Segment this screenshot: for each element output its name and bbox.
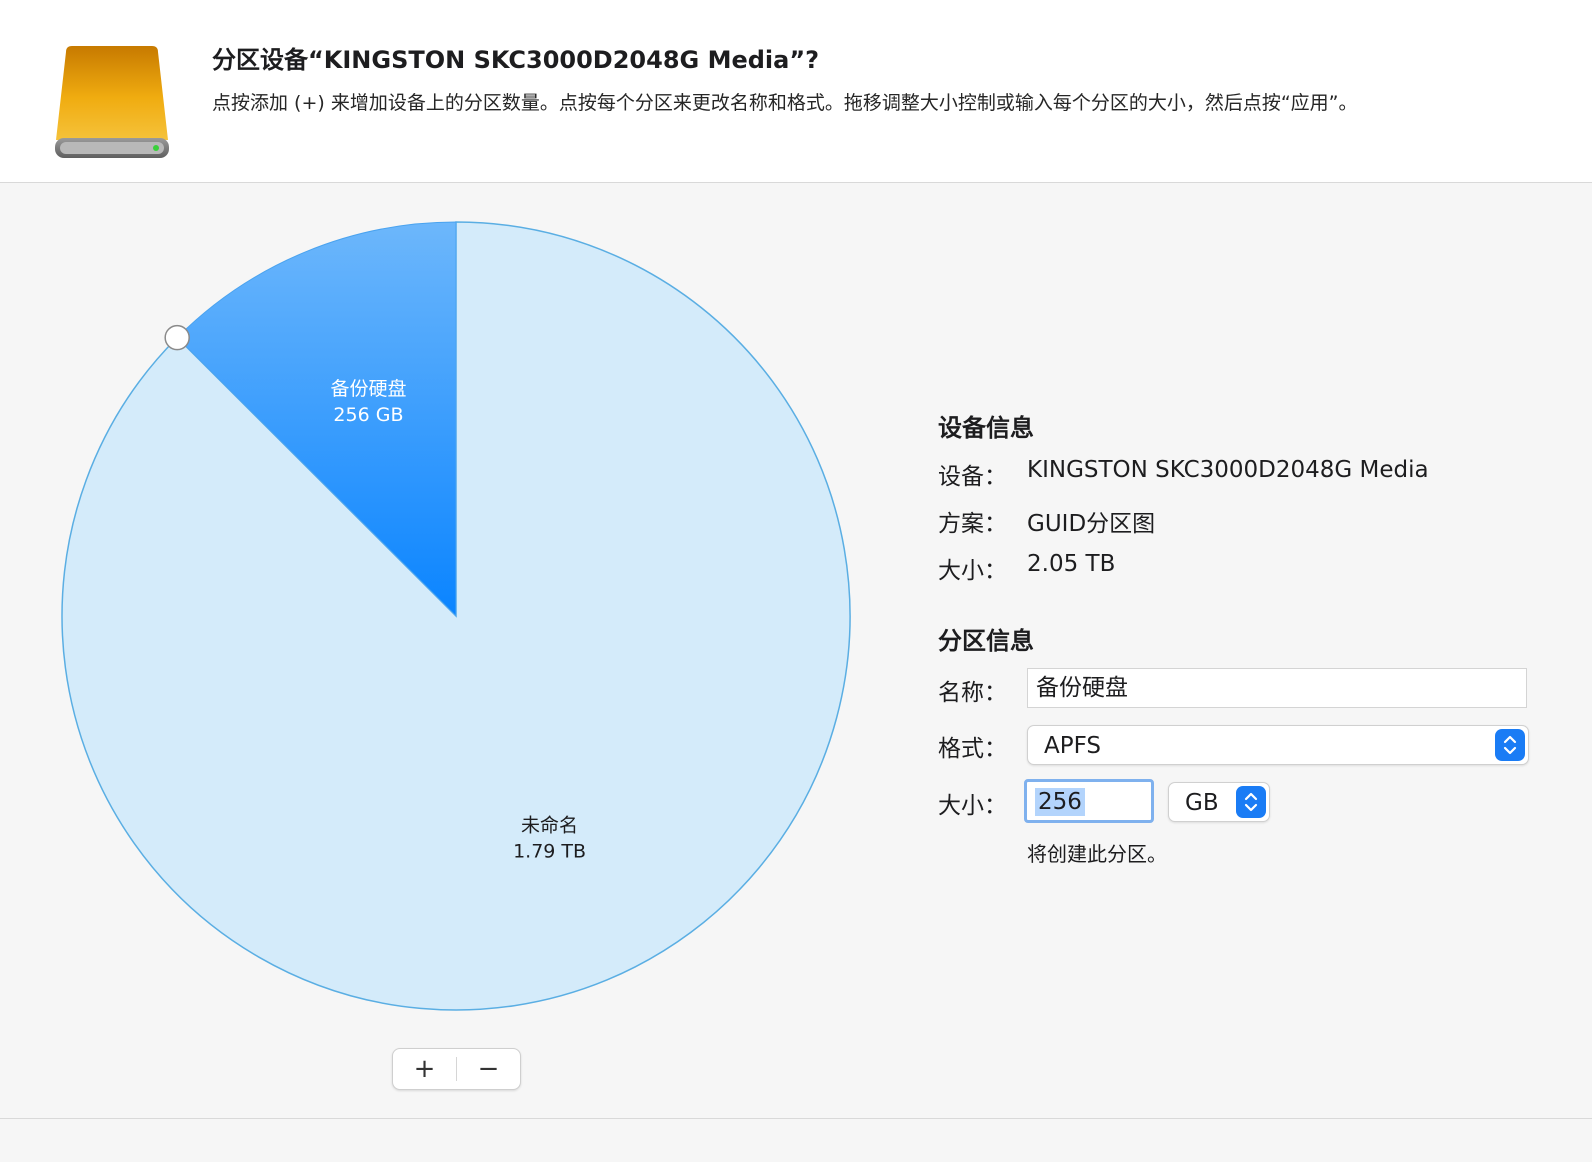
partition-size-value: 256: [1035, 788, 1085, 816]
device-size-value: 2.05 TB: [1027, 551, 1116, 577]
format-select[interactable]: APFS: [1027, 725, 1529, 765]
resize-handle[interactable]: [164, 324, 190, 351]
device-info-heading: 设备信息: [938, 414, 1034, 442]
slice-label-unnamed-name: 未命名: [521, 815, 578, 837]
scheme-value: GUID分区图: [1027, 511, 1156, 537]
name-label: 名称：: [938, 680, 1007, 706]
slice-label-unnamed-size: 1.79 TB: [513, 841, 586, 863]
partition-note: 将创建此分区。: [1027, 842, 1167, 866]
device-label: 设备：: [938, 464, 1007, 490]
partition-name-input[interactable]: 备份硬盘: [1027, 668, 1527, 708]
device-value: KINGSTON SKC3000D2048G Media: [1027, 457, 1429, 483]
add-remove-segmented-control: + −: [392, 1048, 521, 1090]
external-drive-icon: [52, 42, 172, 166]
remove-partition-button[interactable]: −: [457, 1049, 520, 1089]
partition-size-label: 大小：: [938, 793, 1007, 819]
add-partition-button[interactable]: +: [393, 1049, 456, 1089]
slice-label-backup-size: 256 GB: [333, 404, 403, 426]
partition-pie-chart[interactable]: 备份硬盘 256 GB 未命名 1.79 TB: [56, 216, 856, 1016]
partition-info-heading: 分区信息: [938, 627, 1034, 655]
slice-label-backup-name: 备份硬盘: [330, 378, 406, 400]
format-select-chevrons-icon: [1495, 729, 1525, 761]
format-select-value: APFS: [1044, 733, 1102, 759]
dialog-header: 分区设备“KINGSTON SKC3000D2048G Media”? 点按添加…: [0, 0, 1592, 183]
dialog-divider: [0, 1118, 1592, 1119]
size-unit-value: GB: [1185, 790, 1219, 816]
scheme-label: 方案：: [938, 511, 1007, 537]
size-unit-chevrons-icon: [1236, 786, 1266, 818]
pie-svg[interactable]: 备份硬盘 256 GB 未命名 1.79 TB: [56, 216, 856, 1016]
format-label: 格式：: [938, 736, 1007, 762]
dialog-description: 点按添加 (+) 来增加设备上的分区数量。点按每个分区来更改名称和格式。拖移调整…: [212, 92, 1358, 114]
dialog-title: 分区设备“KINGSTON SKC3000D2048G Media”?: [212, 46, 820, 74]
size-unit-select[interactable]: GB: [1168, 782, 1270, 822]
partition-size-input[interactable]: 256: [1024, 779, 1154, 823]
device-size-label: 大小：: [938, 558, 1007, 584]
